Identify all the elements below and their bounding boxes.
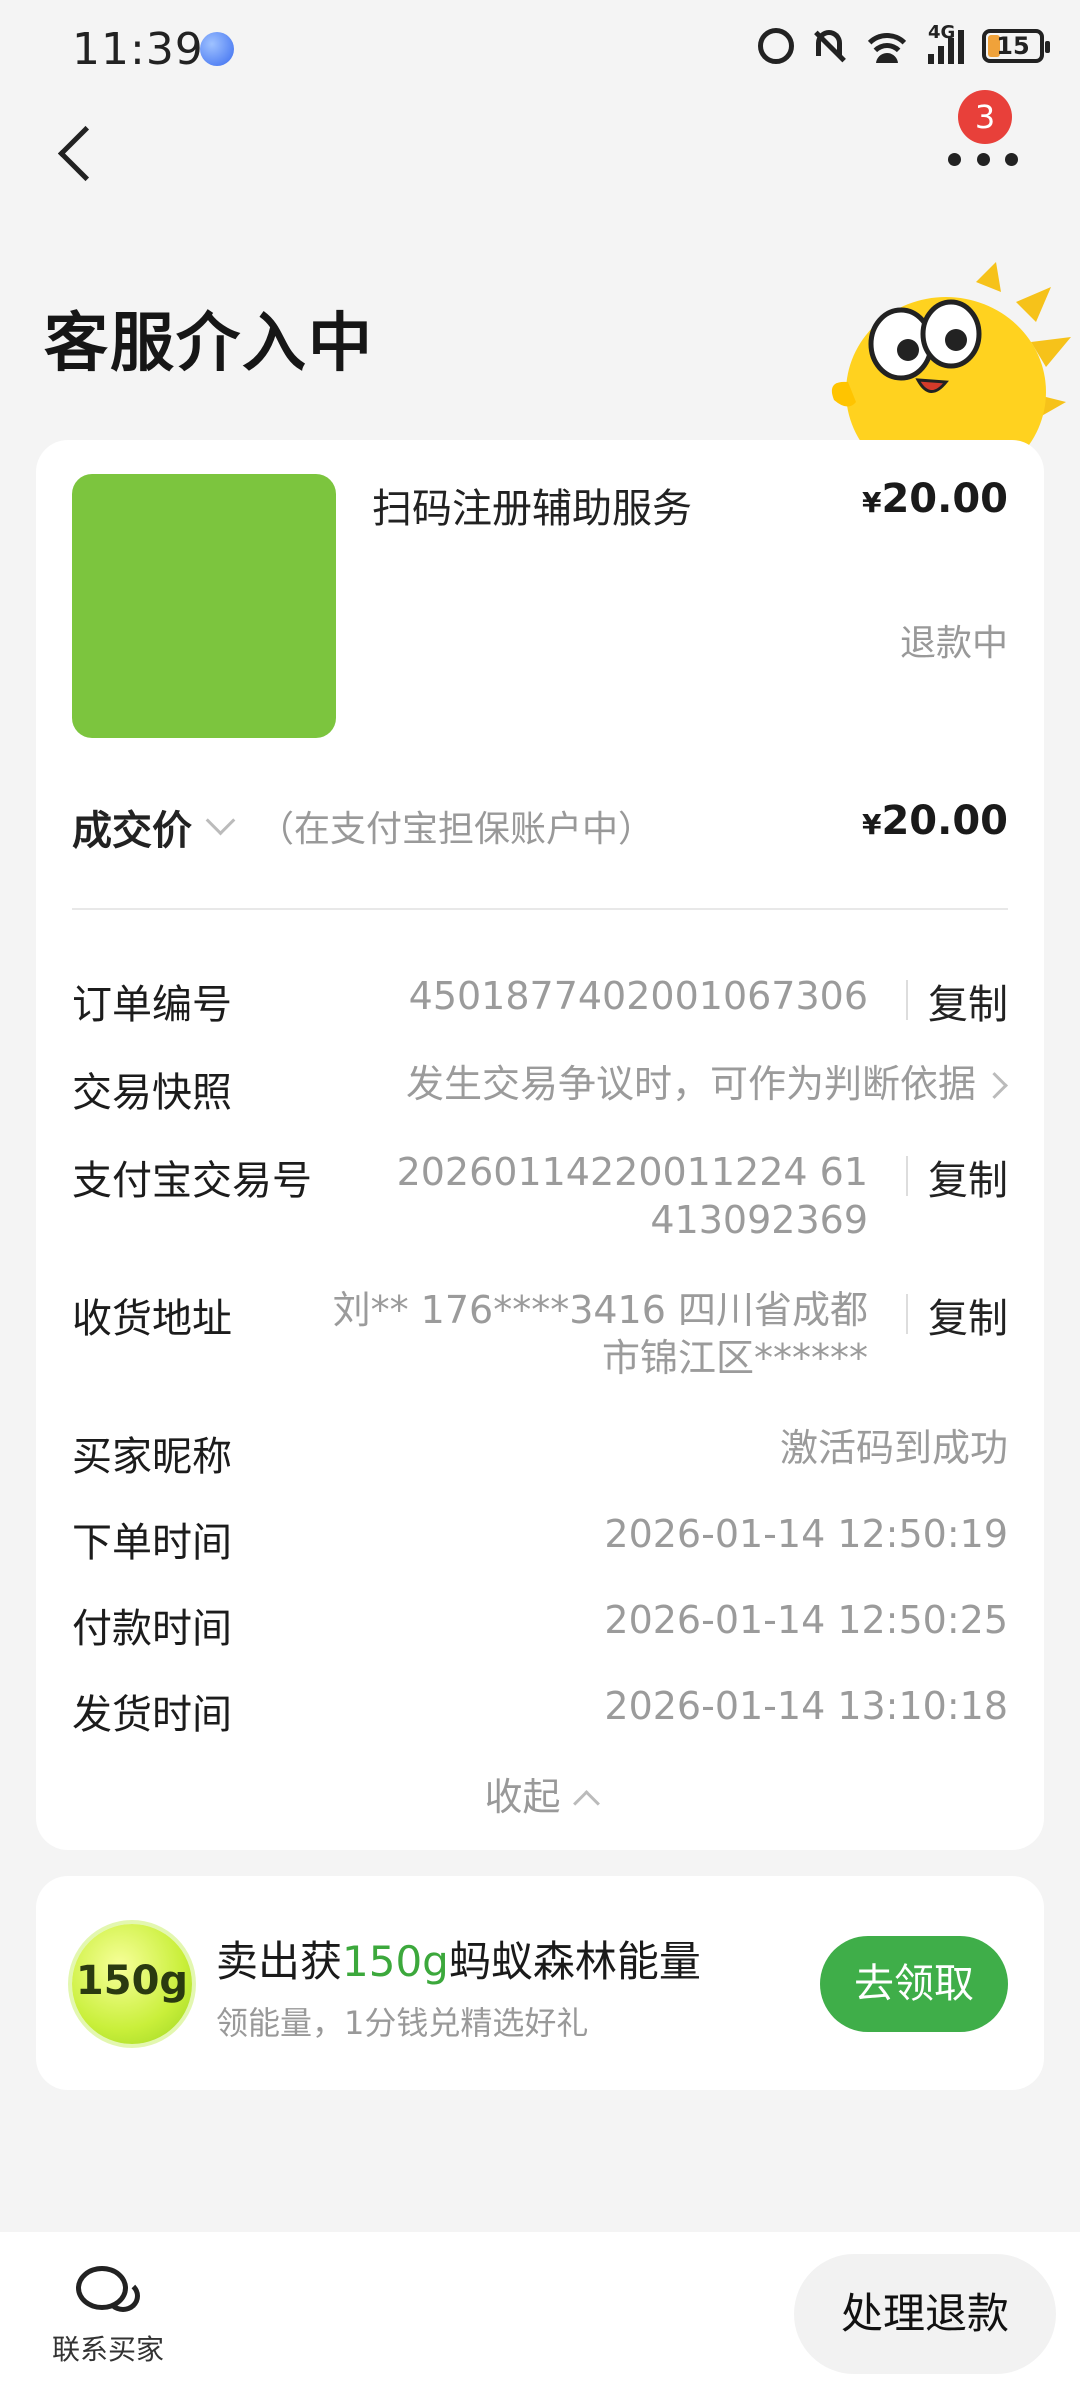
alipay-trade-label: 支付宝交易号 xyxy=(72,1158,312,1204)
address-label: 收货地址 xyxy=(72,1296,232,1342)
address-value: 刘** 176****3416 四川省成都 市锦江区****** xyxy=(333,1286,868,1382)
separator xyxy=(906,980,908,1020)
product-price-value: 20.00 xyxy=(881,476,1008,522)
promo-subtitle: 领能量，1分钱兑精选好礼 xyxy=(216,2004,589,2042)
address-value-line1: 刘** 176****3416 四川省成都 xyxy=(332,1288,868,1332)
snapshot-label: 交易快照 xyxy=(72,1070,232,1116)
chevron-up-icon xyxy=(572,1790,600,1817)
status-bar: 11:39 4G 15 xyxy=(0,0,1080,100)
order-time-value: 2026-01-14 12:50:19 xyxy=(604,1512,1008,1556)
ship-time-value: 2026-01-14 13:10:18 xyxy=(604,1684,1008,1728)
back-button[interactable] xyxy=(48,118,108,188)
ship-time-row: 发货时间 2026-01-14 13:10:18 xyxy=(72,1682,1008,1742)
battery-icon: 15 xyxy=(982,29,1050,63)
address-value-line2: 市锦江区****** xyxy=(601,1336,868,1380)
alipay-trade-row: 支付宝交易号 20260114220011224 61 413092369 复制 xyxy=(72,1148,1008,1258)
app-planet-icon xyxy=(200,32,234,66)
separator xyxy=(906,1156,908,1196)
address-row: 收货地址 刘** 176****3416 四川省成都 市锦江区****** 复制 xyxy=(72,1286,1008,1396)
buyer-nickname-label: 买家昵称 xyxy=(72,1434,232,1480)
order-number-row: 订单编号 4501877402001067306 复制 xyxy=(72,972,1008,1032)
copy-alipay-trade-button[interactable]: 复制 xyxy=(928,1148,1008,1206)
deal-price-value: 20.00 xyxy=(881,798,1008,844)
network-type: 4G xyxy=(928,22,956,43)
status-icons: 4G 15 xyxy=(758,22,1050,64)
notification-badge: 3 xyxy=(958,90,1012,144)
refund-status: 退款中 xyxy=(899,623,1008,664)
alipay-trade-value-line1: 20260114220011224 61 xyxy=(396,1150,868,1194)
copy-order-number-button[interactable]: 复制 xyxy=(928,972,1008,1030)
bottom-action-bar: 联系买家 处理退款 xyxy=(0,2232,1080,2400)
battery-level: 15 xyxy=(996,32,1030,60)
product-price: ¥20.00 xyxy=(862,476,1008,522)
alipay-trade-value-line2: 413092369 xyxy=(650,1198,868,1242)
order-card: 扫码注册辅助服务 ¥20.00 退款中 成交价 （在支付宝担保账户中） ¥20.… xyxy=(36,440,1044,1850)
status-time: 11:39 xyxy=(72,24,204,75)
order-time-label: 下单时间 xyxy=(72,1520,232,1566)
snapshot-value: 发生交易争议时，可作为判断依据 xyxy=(405,1062,976,1106)
product-name[interactable]: 扫码注册辅助服务 xyxy=(372,476,692,534)
chevron-down-icon[interactable] xyxy=(205,805,236,836)
claim-energy-button[interactable]: 去领取 xyxy=(820,1936,1008,2032)
wifi-icon xyxy=(864,29,910,63)
collapse-button[interactable]: 收起 xyxy=(36,1766,1044,1821)
pay-time-label: 付款时间 xyxy=(72,1606,232,1652)
pay-time-row: 付款时间 2026-01-14 12:50:25 xyxy=(72,1596,1008,1656)
cellular-signal-icon: 4G xyxy=(928,22,964,64)
separator xyxy=(906,1294,908,1334)
forest-energy-promo-card: 150g 卖出获150g蚂蚁森林能量 领能量，1分钱兑精选好礼 去领取 xyxy=(36,1876,1044,2090)
collapse-label: 收起 xyxy=(484,1775,561,1819)
deal-price-label[interactable]: 成交价 xyxy=(72,798,192,856)
alarm-icon xyxy=(758,28,794,64)
pay-time-value: 2026-01-14 12:50:25 xyxy=(604,1598,1008,1642)
mute-bell-icon xyxy=(812,28,846,64)
promo-title: 卖出获150g蚂蚁森林能量 xyxy=(216,1937,701,1986)
order-number-value: 4501877402001067306 xyxy=(408,974,868,1018)
divider xyxy=(72,908,1008,910)
chevron-right-icon xyxy=(981,1072,1008,1099)
deal-price: ¥20.00 xyxy=(862,798,1008,844)
energy-ball-icon: 150g xyxy=(72,1924,192,2044)
order-time-row: 下单时间 2026-01-14 12:50:19 xyxy=(72,1510,1008,1570)
energy-ball-label: 150g xyxy=(75,1958,189,2004)
chat-icon xyxy=(76,2266,140,2322)
contact-buyer-button[interactable]: 联系买家 xyxy=(48,2266,168,2368)
page-title: 客服介入中 xyxy=(44,307,374,381)
ship-time-label: 发货时间 xyxy=(72,1692,232,1738)
snapshot-row[interactable]: 交易快照 发生交易争议时，可作为判断依据 xyxy=(72,1060,1008,1120)
order-number-label: 订单编号 xyxy=(72,982,232,1028)
buyer-nickname-row: 买家昵称 激活码到成功 xyxy=(72,1424,1008,1484)
buyer-nickname-value: 激活码到成功 xyxy=(779,1426,1008,1470)
currency-symbol: ¥ xyxy=(861,486,882,519)
contact-buyer-label: 联系买家 xyxy=(51,2333,164,2366)
currency-symbol: ¥ xyxy=(861,808,882,841)
process-refund-button[interactable]: 处理退款 xyxy=(794,2254,1056,2374)
alipay-trade-value: 20260114220011224 61 413092369 xyxy=(397,1148,868,1244)
copy-address-button[interactable]: 复制 xyxy=(928,1286,1008,1344)
deal-price-note: （在支付宝担保账户中） xyxy=(258,809,655,850)
product-thumbnail[interactable] xyxy=(72,474,336,738)
